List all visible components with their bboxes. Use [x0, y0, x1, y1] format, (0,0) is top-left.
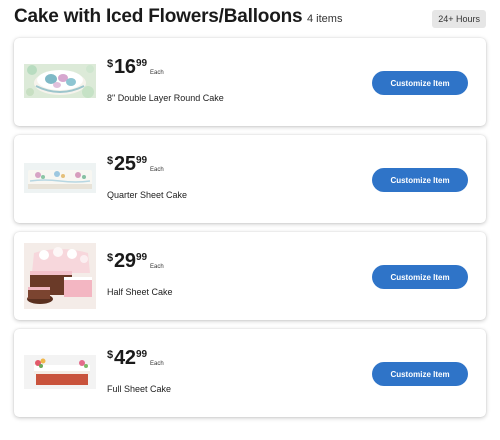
price-currency: $ [107, 58, 114, 70]
price-cents: 99 [136, 349, 148, 360]
product-name[interactable]: Full Sheet Cake [107, 384, 171, 394]
price-unit: Each [150, 361, 164, 367]
quarter-sheet-cake-image[interactable] [24, 163, 96, 193]
customize-item-button[interactable]: Customize Item [372, 265, 468, 289]
product-name[interactable]: Half Sheet Cake [107, 287, 173, 297]
price-dollars: 29 [114, 250, 136, 272]
customize-item-button[interactable]: Customize Item [372, 71, 468, 95]
customize-item-button[interactable]: Customize Item [372, 168, 468, 192]
price-unit: Each [150, 264, 164, 270]
full-sheet-cake-image[interactable] [24, 355, 96, 389]
page-title: Cake with Iced Flowers/Balloons [14, 6, 303, 27]
lead-time-badge: 24+ Hours [432, 10, 486, 28]
product-card: $ 25 99 Each Quarter Sheet Cake Customiz… [14, 135, 486, 223]
round-cake-image[interactable] [24, 64, 96, 98]
price-currency: $ [107, 155, 114, 167]
price-currency: $ [107, 349, 114, 361]
price-dollars: 25 [114, 153, 136, 175]
price-unit: Each [150, 70, 164, 76]
price-dollars: 42 [114, 347, 136, 369]
price-currency: $ [107, 252, 114, 264]
product-name[interactable]: 8" Double Layer Round Cake [107, 93, 224, 103]
price-cents: 99 [136, 58, 148, 69]
item-count: 4 items [307, 13, 343, 25]
product-card: $ 42 99 Each Full Sheet Cake Customize I… [14, 329, 486, 417]
product-name[interactable]: Quarter Sheet Cake [107, 190, 187, 200]
page-header: Cake with Iced Flowers/Balloons 4 items … [14, 6, 486, 32]
price-dollars: 16 [114, 56, 136, 78]
price-unit: Each [150, 167, 164, 173]
price-cents: 99 [136, 155, 148, 166]
half-sheet-cake-image[interactable] [24, 243, 96, 309]
price-cents: 99 [136, 252, 148, 263]
customize-item-button[interactable]: Customize Item [372, 362, 468, 386]
product-card: $ 16 99 Each 8" Double Layer Round Cake … [14, 38, 486, 126]
product-card: $ 29 99 Each Half Sheet Cake Customize I… [14, 232, 486, 320]
